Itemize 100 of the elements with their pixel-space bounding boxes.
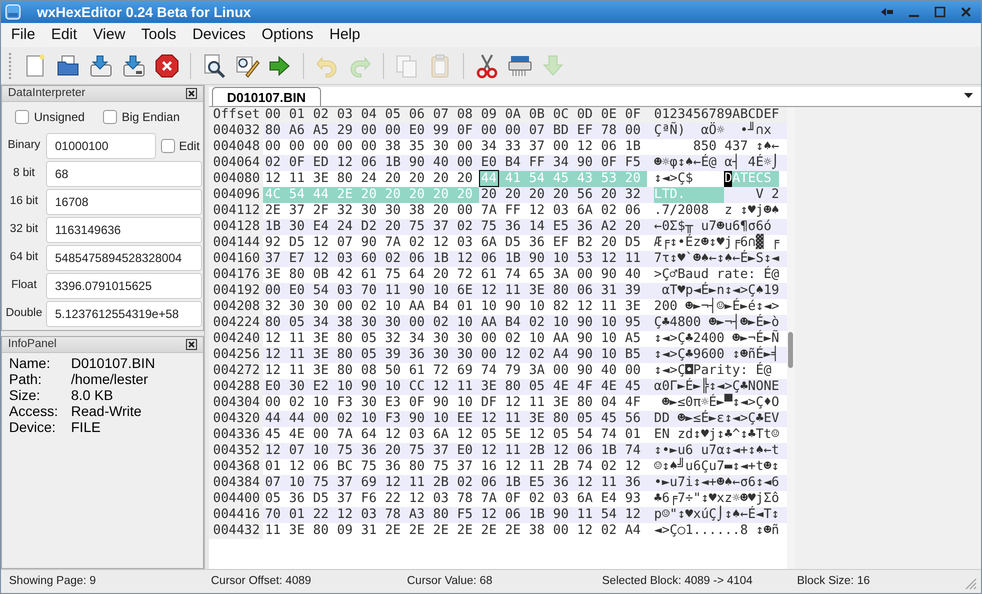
hex-byte[interactable]: 35 xyxy=(407,139,431,155)
hex-byte[interactable]: 12 xyxy=(551,443,575,459)
hex-byte[interactable]: 12 xyxy=(263,171,287,187)
hex-byte[interactable]: 05 xyxy=(575,411,599,427)
hex-byte[interactable]: 61 xyxy=(479,267,503,283)
menu-item[interactable]: Devices xyxy=(186,24,252,46)
hex-byte[interactable]: 00 xyxy=(455,155,479,171)
hex-byte[interactable]: 20 xyxy=(383,443,407,459)
hex-byte[interactable]: 12 xyxy=(479,411,503,427)
hex-byte[interactable]: 3A xyxy=(551,267,575,283)
hex-byte[interactable]: 10 xyxy=(311,395,335,411)
hex-byte[interactable]: 12 xyxy=(623,507,647,523)
hex-byte[interactable]: 6A xyxy=(479,235,503,251)
hex-byte[interactable]: 2E xyxy=(503,523,527,539)
hex-byte[interactable]: 02 xyxy=(599,203,623,219)
checkbox[interactable] xyxy=(102,110,117,124)
hex-byte[interactable]: 90 xyxy=(575,155,599,171)
hex-byte[interactable]: 7A xyxy=(479,203,503,219)
hex-byte[interactable]: 32 xyxy=(335,203,359,219)
hex-byte[interactable]: 39 xyxy=(383,347,407,363)
hex-byte[interactable]: 12 xyxy=(287,459,311,475)
hex-byte[interactable]: 11 xyxy=(503,443,527,459)
hex-byte[interactable]: 60 xyxy=(359,251,383,267)
hex-byte[interactable]: 00 xyxy=(623,123,647,139)
hex-byte[interactable]: 06 xyxy=(479,475,503,491)
hex-byte[interactable]: 02 xyxy=(527,315,551,331)
hex-byte[interactable]: 90 xyxy=(431,395,455,411)
toolbar-grip[interactable] xyxy=(9,52,12,78)
close-icon[interactable] xyxy=(959,5,973,19)
hex-byte[interactable]: 90 xyxy=(407,411,431,427)
hex-byte[interactable]: 06 xyxy=(311,459,335,475)
hex-byte[interactable]: 03 xyxy=(359,507,383,523)
hex-byte[interactable]: 00 xyxy=(551,363,575,379)
hex-byte[interactable]: 00 xyxy=(479,123,503,139)
hex-byte[interactable]: 36 xyxy=(503,219,527,235)
hex-byte[interactable]: 20 xyxy=(431,267,455,283)
hex-byte[interactable]: 20 xyxy=(503,187,527,203)
hex-byte[interactable]: 00 xyxy=(623,363,647,379)
hex-byte[interactable]: 90 xyxy=(575,347,599,363)
hex-byte[interactable]: 0F xyxy=(599,155,623,171)
hex-byte[interactable]: 44 xyxy=(263,411,287,427)
hex-byte[interactable]: 00 xyxy=(575,267,599,283)
hex-byte[interactable]: 11 xyxy=(263,523,287,539)
hex-byte[interactable]: 01 xyxy=(623,427,647,443)
hex-byte[interactable]: 00 xyxy=(287,139,311,155)
hex-byte[interactable]: 12 xyxy=(263,363,287,379)
hex-byte[interactable]: 10 xyxy=(383,379,407,395)
hex-byte[interactable]: 74 xyxy=(575,459,599,475)
hex-byte[interactable]: E4 xyxy=(599,491,623,507)
maximize-icon[interactable] xyxy=(933,5,947,19)
hex-byte[interactable]: 05 xyxy=(527,379,551,395)
hex-byte[interactable]: 90 xyxy=(575,315,599,331)
hex-byte[interactable]: 34 xyxy=(407,331,431,347)
hex-byte[interactable]: FF xyxy=(503,203,527,219)
hex-byte[interactable]: 6A xyxy=(575,203,599,219)
hex-byte[interactable]: 05 xyxy=(359,347,383,363)
hex-byte[interactable]: 12 xyxy=(407,491,431,507)
hex-byte[interactable]: 10 xyxy=(383,299,407,315)
hex-byte[interactable]: 75 xyxy=(479,219,503,235)
hex-byte[interactable]: 80 xyxy=(335,171,359,187)
hex-byte[interactable]: 00 xyxy=(263,283,287,299)
hex-byte[interactable]: 12 xyxy=(503,459,527,475)
hex-byte[interactable]: BD xyxy=(551,123,575,139)
hex-byte[interactable]: 90 xyxy=(551,507,575,523)
hex-byte[interactable]: D2 xyxy=(359,219,383,235)
toolbar-button[interactable] xyxy=(153,52,181,80)
hex-byte[interactable]: 2E xyxy=(263,203,287,219)
hex-byte[interactable]: 3E xyxy=(479,379,503,395)
hex-byte[interactable]: 30 xyxy=(431,331,455,347)
hex-byte[interactable]: 79 xyxy=(503,363,527,379)
hex-byte[interactable]: 03 xyxy=(455,235,479,251)
hex-byte[interactable]: 32 xyxy=(263,299,287,315)
hex-byte[interactable]: 06 xyxy=(599,139,623,155)
hex-byte[interactable]: 44 xyxy=(287,411,311,427)
hex-byte[interactable]: E0 xyxy=(287,283,311,299)
dropdown-arrow-icon[interactable] xyxy=(964,93,973,99)
hex-byte[interactable]: AA xyxy=(479,315,503,331)
hex-byte[interactable]: 00 xyxy=(359,123,383,139)
hex-byte[interactable]: 5E xyxy=(503,427,527,443)
hex-byte[interactable]: 40 xyxy=(623,267,647,283)
hex-byte[interactable]: 01 xyxy=(287,507,311,523)
hex-byte[interactable]: F3 xyxy=(383,411,407,427)
hex-byte[interactable]: AA xyxy=(407,299,431,315)
hex-byte[interactable]: 00 xyxy=(383,123,407,139)
hex-byte[interactable]: 12 xyxy=(527,427,551,443)
hex-byte[interactable]: 02 xyxy=(599,523,623,539)
hex-byte[interactable]: 32 xyxy=(623,187,647,203)
hex-byte[interactable]: 20 xyxy=(431,171,455,187)
hex-byte[interactable]: 38 xyxy=(335,315,359,331)
hex-byte[interactable]: 10 xyxy=(311,443,335,459)
hex-byte[interactable]: 38 xyxy=(407,203,431,219)
hex-byte[interactable]: 02 xyxy=(263,155,287,171)
hex-byte[interactable]: 00 xyxy=(263,139,287,155)
menu-item[interactable]: Options xyxy=(256,24,320,46)
value-field[interactable]: 3396.0791015625 xyxy=(46,273,202,299)
hex-byte[interactable]: 05 xyxy=(287,315,311,331)
value-field[interactable]: 5485475894528328004 xyxy=(46,245,202,271)
hex-byte[interactable]: 37 xyxy=(455,459,479,475)
hex-byte[interactable]: 3E xyxy=(311,171,335,187)
hex-byte[interactable]: 74 xyxy=(503,267,527,283)
